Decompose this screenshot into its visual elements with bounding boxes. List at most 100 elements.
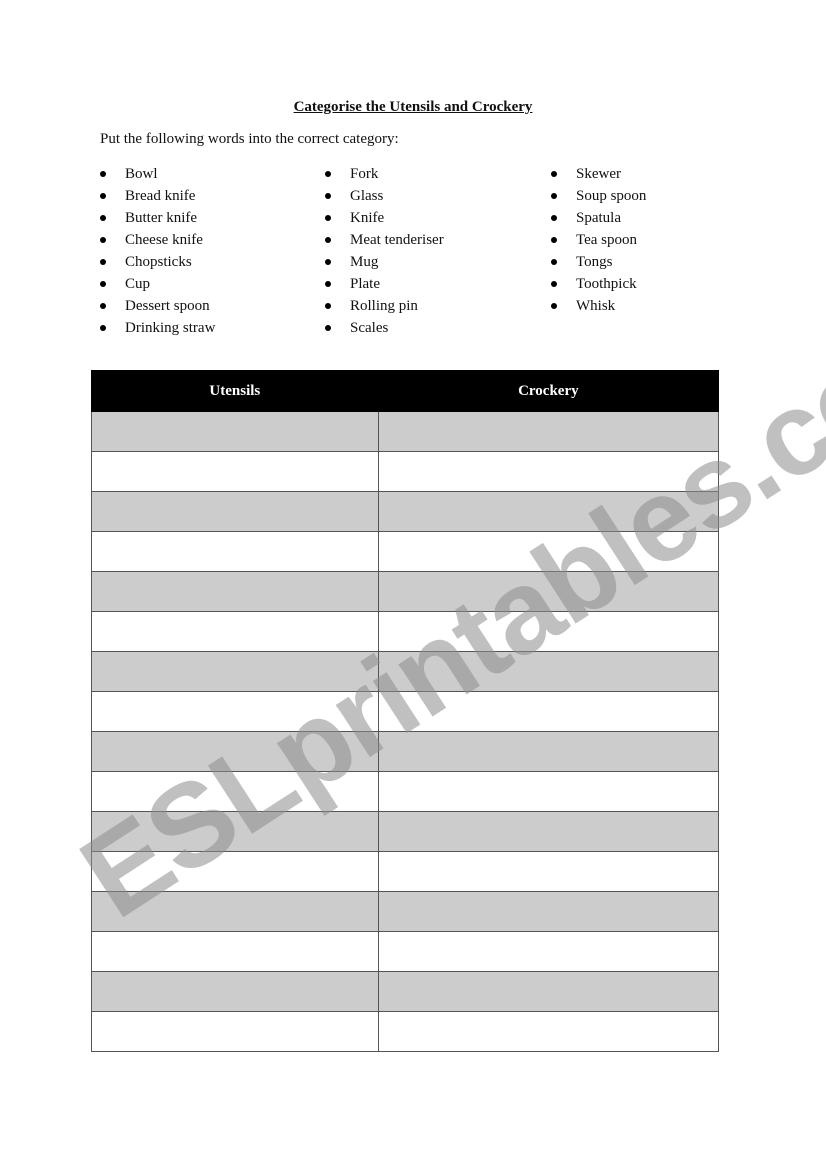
word-label: Scales xyxy=(350,320,389,336)
table-header-row: Utensils Crockery xyxy=(91,370,720,412)
bullet-icon xyxy=(325,171,331,177)
word-label: Plate xyxy=(350,276,380,292)
bullet-icon xyxy=(551,193,557,199)
bullet-icon xyxy=(325,193,331,199)
word-label: Soup spoon xyxy=(576,188,647,204)
word-list-column-3: Skewer Soup spoon Spatula Tea spoon Tongs Too… xyxy=(551,164,646,318)
utensils-cell[interactable] xyxy=(91,731,379,772)
word-label: Spatula xyxy=(576,210,621,226)
utensils-cell[interactable] xyxy=(91,611,379,652)
crockery-cell[interactable] xyxy=(377,491,720,532)
utensils-cell[interactable] xyxy=(91,571,379,612)
table-row xyxy=(91,851,720,892)
bullet-icon xyxy=(551,281,557,287)
word-label: Butter knife xyxy=(125,210,198,226)
utensils-cell[interactable] xyxy=(91,691,379,732)
word-list-column-2: Fork Glass Knife Meat tenderiser Mug Plate Rol… xyxy=(325,164,444,340)
word-list-item: Scales xyxy=(325,318,444,340)
word-label: Fork xyxy=(350,166,379,182)
table-row xyxy=(91,651,720,692)
word-list-item: Bread knife xyxy=(100,186,215,208)
crockery-cell[interactable] xyxy=(377,891,720,932)
table-row xyxy=(91,971,720,1012)
bullet-icon xyxy=(325,281,331,287)
crockery-cell[interactable] xyxy=(377,771,720,812)
word-label: Rolling pin xyxy=(350,298,418,314)
bullet-icon xyxy=(100,325,106,331)
word-label: Cup xyxy=(125,276,151,292)
crockery-cell[interactable] xyxy=(377,731,720,772)
table-row xyxy=(91,891,720,932)
word-list-column-1: Bowl Bread knife Butter knife Cheese knife C… xyxy=(100,164,215,340)
bullet-icon xyxy=(100,259,106,265)
word-list-item: Skewer xyxy=(551,164,646,186)
crockery-cell[interactable] xyxy=(377,611,720,652)
header-utensils: Utensils xyxy=(91,370,379,412)
word-label: Cheese knife xyxy=(125,232,203,248)
crockery-cell[interactable] xyxy=(377,531,720,572)
word-list-item: Plate xyxy=(325,274,444,296)
crockery-cell[interactable] xyxy=(377,811,720,852)
bullet-icon xyxy=(325,237,331,243)
utensils-cell[interactable] xyxy=(91,451,379,492)
word-label: Bowl xyxy=(125,166,158,182)
word-label: Glass xyxy=(350,188,384,204)
bullet-icon xyxy=(551,215,557,221)
bullet-icon xyxy=(551,237,557,243)
utensils-cell[interactable] xyxy=(91,971,379,1012)
word-label: Bread knife xyxy=(125,188,196,204)
utensils-cell[interactable] xyxy=(91,851,379,892)
crockery-cell[interactable] xyxy=(377,411,720,452)
table-row xyxy=(91,571,720,612)
utensils-cell[interactable] xyxy=(91,811,379,852)
word-label: Meat tenderiser xyxy=(350,232,444,248)
table-row xyxy=(91,531,720,572)
header-crockery: Crockery xyxy=(377,370,720,412)
instruction-text: Put the following words into the correct… xyxy=(100,131,399,147)
word-list-item: Rolling pin xyxy=(325,296,444,318)
bullet-icon xyxy=(551,259,557,265)
crockery-cell[interactable] xyxy=(377,691,720,732)
word-label: Skewer xyxy=(576,166,621,182)
word-list-item: Meat tenderiser xyxy=(325,230,444,252)
word-list-item: Mug xyxy=(325,252,444,274)
crockery-cell[interactable] xyxy=(377,1011,720,1052)
word-list-item: Soup spoon xyxy=(551,186,646,208)
word-list-item: Glass xyxy=(325,186,444,208)
utensils-cell[interactable] xyxy=(91,931,379,972)
word-label: Tea spoon xyxy=(576,232,638,248)
word-list-item: Tea spoon xyxy=(551,230,646,252)
crockery-cell[interactable] xyxy=(377,931,720,972)
crockery-cell[interactable] xyxy=(377,851,720,892)
table-row xyxy=(91,1011,720,1052)
bullet-icon xyxy=(325,215,331,221)
crockery-cell[interactable] xyxy=(377,651,720,692)
utensils-cell[interactable] xyxy=(91,531,379,572)
bullet-icon xyxy=(100,193,106,199)
bullet-icon xyxy=(325,303,331,309)
crockery-cell[interactable] xyxy=(377,571,720,612)
utensils-cell[interactable] xyxy=(91,411,379,452)
utensils-cell[interactable] xyxy=(91,891,379,932)
category-table: Utensils Crockery xyxy=(91,370,720,1052)
word-label: Chopsticks xyxy=(125,254,192,270)
word-label: Tongs xyxy=(576,254,613,270)
word-label: Knife xyxy=(350,210,385,226)
table-row xyxy=(91,731,720,772)
word-list-item: Knife xyxy=(325,208,444,230)
bullet-icon xyxy=(100,281,106,287)
table-row xyxy=(91,451,720,492)
table-row xyxy=(91,771,720,812)
table-row xyxy=(91,611,720,652)
utensils-cell[interactable] xyxy=(91,1011,379,1052)
utensils-cell[interactable] xyxy=(91,771,379,812)
utensils-cell[interactable] xyxy=(91,491,379,532)
bullet-icon xyxy=(325,325,331,331)
table-row xyxy=(91,691,720,732)
crockery-cell[interactable] xyxy=(377,971,720,1012)
crockery-cell[interactable] xyxy=(377,451,720,492)
word-label: Whisk xyxy=(576,298,616,314)
utensils-cell[interactable] xyxy=(91,651,379,692)
table-row xyxy=(91,491,720,532)
table-row xyxy=(91,411,720,452)
